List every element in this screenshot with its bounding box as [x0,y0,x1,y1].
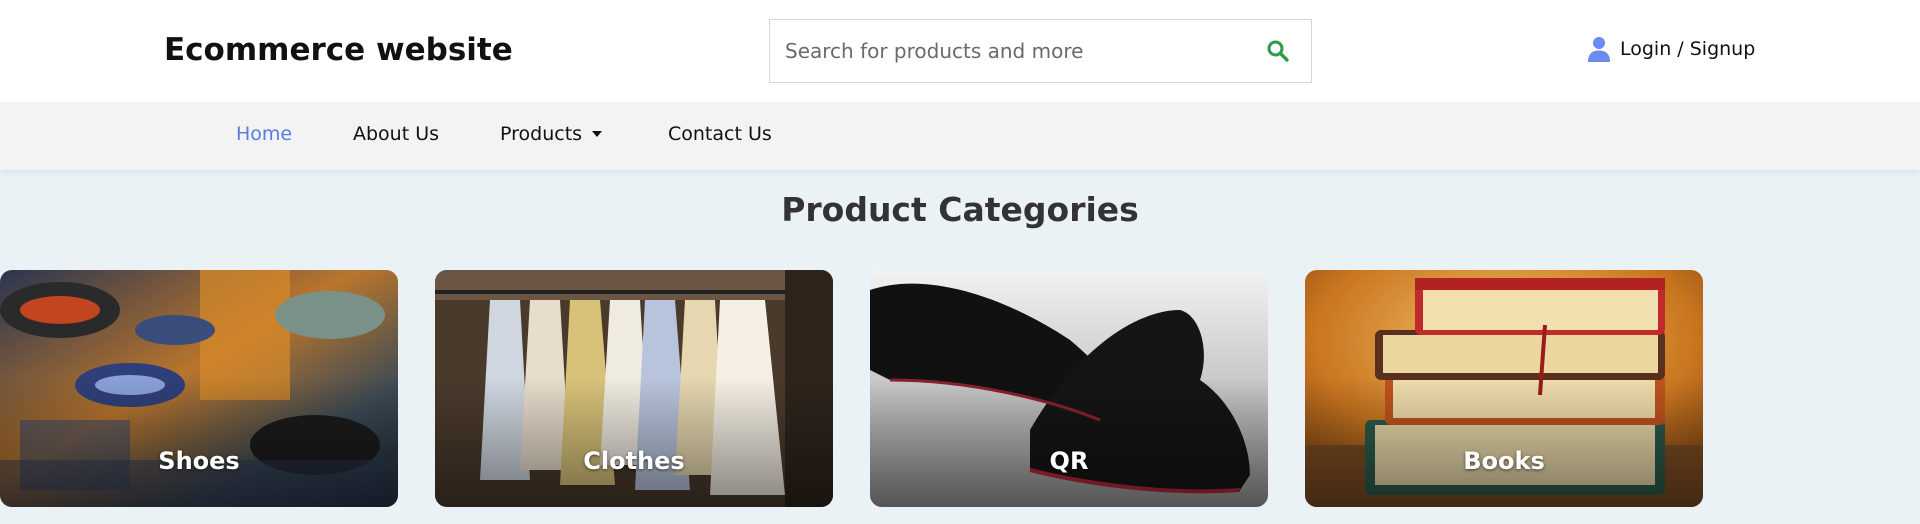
nav-item-contact-us[interactable]: Contact Us [668,123,772,145]
page-title: Product Categories [781,190,1139,229]
search-bar [769,19,1312,83]
brand-logo[interactable]: Ecommerce website [164,32,513,68]
main-nav: Home About Us Products Contact Us [0,102,1920,170]
login-signup-link[interactable]: Login / Signup [1588,34,1755,64]
category-card-books[interactable]: Books [1305,270,1703,507]
card-overlay [1305,376,1703,507]
login-label: Login / Signup [1620,38,1756,60]
category-card-clothes[interactable]: Clothes [435,270,833,507]
category-label: Clothes [583,447,685,475]
caret-down-icon [592,131,603,137]
search-button[interactable] [1265,38,1291,64]
search-icon [1267,40,1289,62]
nav-item-label: Products [500,123,583,145]
category-card-qr[interactable]: QR [870,270,1268,507]
nav-item-label: About Us [353,123,440,145]
nav-item-label: Contact Us [668,123,772,145]
category-label: Books [1463,447,1545,475]
card-overlay [435,376,833,507]
category-card-shoes[interactable]: Shoes [0,270,398,507]
card-overlay [0,376,398,507]
category-label: Shoes [158,447,240,475]
site-header: Ecommerce website Login / Signup [0,0,1920,102]
category-label: QR [1049,447,1089,475]
nav-item-label: Home [236,123,293,145]
search-input[interactable] [770,20,1250,82]
nav-item-products[interactable]: Products [500,123,603,145]
nav-item-about-us[interactable]: About Us [353,123,439,145]
card-overlay [870,376,1268,507]
user-icon [1588,37,1610,62]
nav-item-home[interactable]: Home [236,123,292,145]
